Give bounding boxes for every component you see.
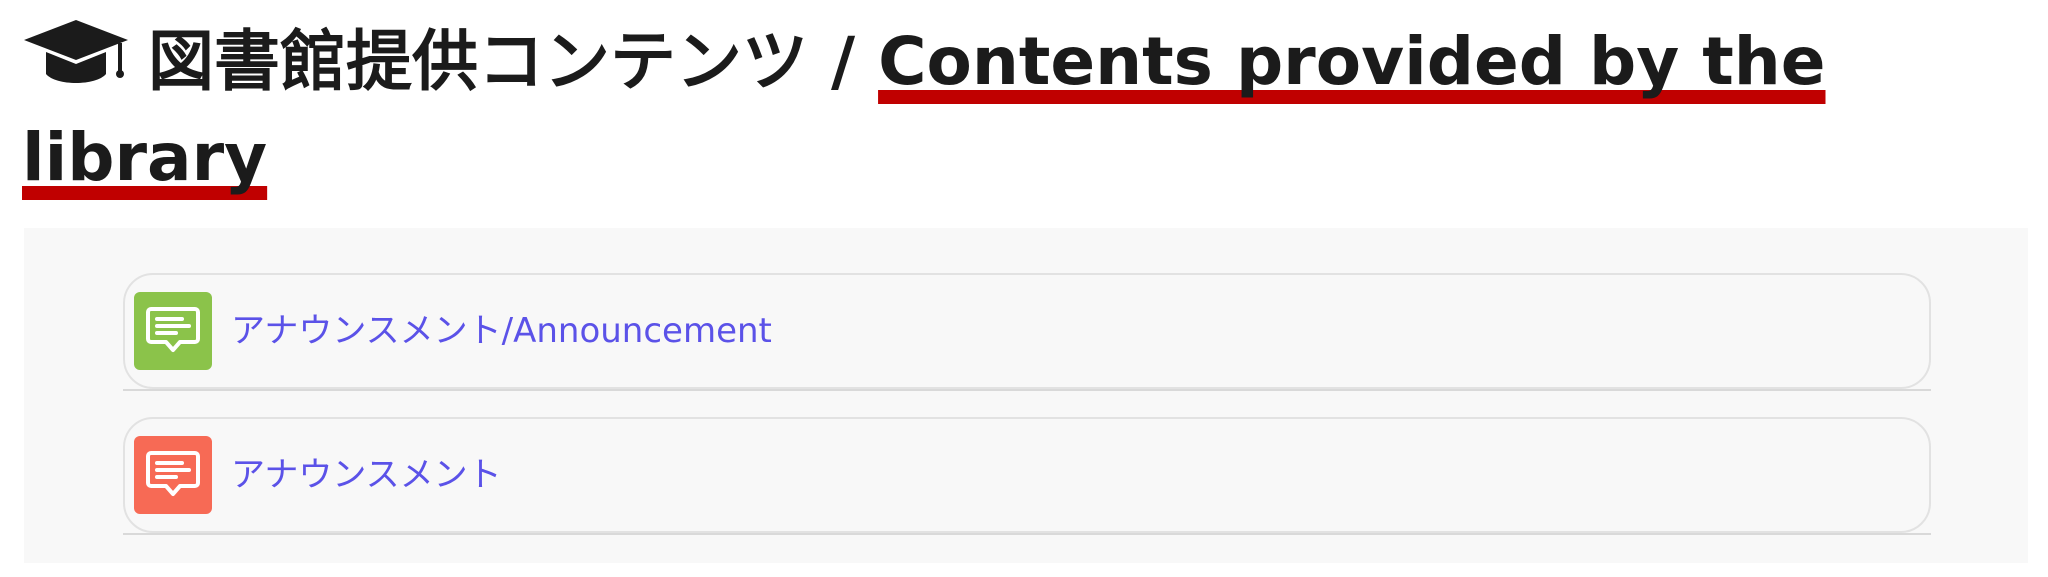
announcement-icon (134, 436, 212, 514)
announcement-link[interactable]: アナウンスメント/Announcement (231, 309, 772, 353)
graduation-cap-icon (22, 16, 130, 92)
list-item[interactable]: アナウンスメント/Announcement (123, 273, 1931, 391)
heading-separator: / (808, 23, 879, 100)
list-item[interactable]: アナウンスメント (123, 417, 1931, 535)
announcement-link[interactable]: アナウンスメント (231, 453, 502, 497)
heading-title-jp: 図書館提供コンテンツ (148, 23, 808, 100)
content-panel: アナウンスメント/Announcement アナウンスメント (24, 228, 2028, 563)
section-heading: 図書館提供コンテンツ / Contents provided by the li… (22, 14, 2012, 206)
page: 図書館提供コンテンツ / Contents provided by the li… (0, 0, 2048, 577)
announcement-icon (134, 292, 212, 370)
